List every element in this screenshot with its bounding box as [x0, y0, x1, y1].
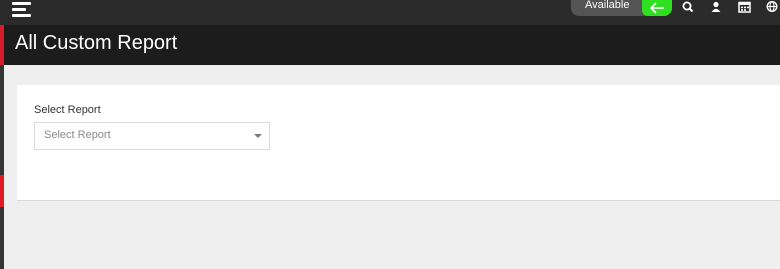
page-header: All Custom Report: [0, 25, 780, 65]
select-report-label: Select Report: [34, 104, 101, 116]
sidebar-rail: [0, 65, 4, 269]
header-accent-bar: [0, 25, 4, 65]
report-select-dropdown[interactable]: Select Report: [34, 122, 270, 150]
top-navigation-bar: Available: [0, 0, 780, 25]
report-select-value: Select Report: [44, 129, 111, 141]
hamburger-menu-icon[interactable]: [12, 2, 32, 18]
report-selection-panel: Select Report Select Report: [17, 85, 780, 201]
page-title: All Custom Report: [15, 32, 178, 54]
hamburger-line: [12, 14, 31, 17]
availability-knob[interactable]: [642, 0, 672, 16]
hamburger-line: [12, 2, 31, 5]
search-icon[interactable]: [681, 0, 697, 14]
calendar-icon[interactable]: [738, 0, 754, 14]
hamburger-line: [12, 8, 26, 11]
availability-toggle[interactable]: Available: [571, 0, 672, 16]
availability-status-label: Available: [585, 0, 630, 11]
arrow-left-icon: [649, 2, 664, 14]
chevron-down-icon: [254, 134, 262, 138]
sidebar-active-marker: [0, 175, 4, 207]
globe-icon[interactable]: [765, 0, 780, 14]
user-icon[interactable]: [710, 0, 726, 14]
